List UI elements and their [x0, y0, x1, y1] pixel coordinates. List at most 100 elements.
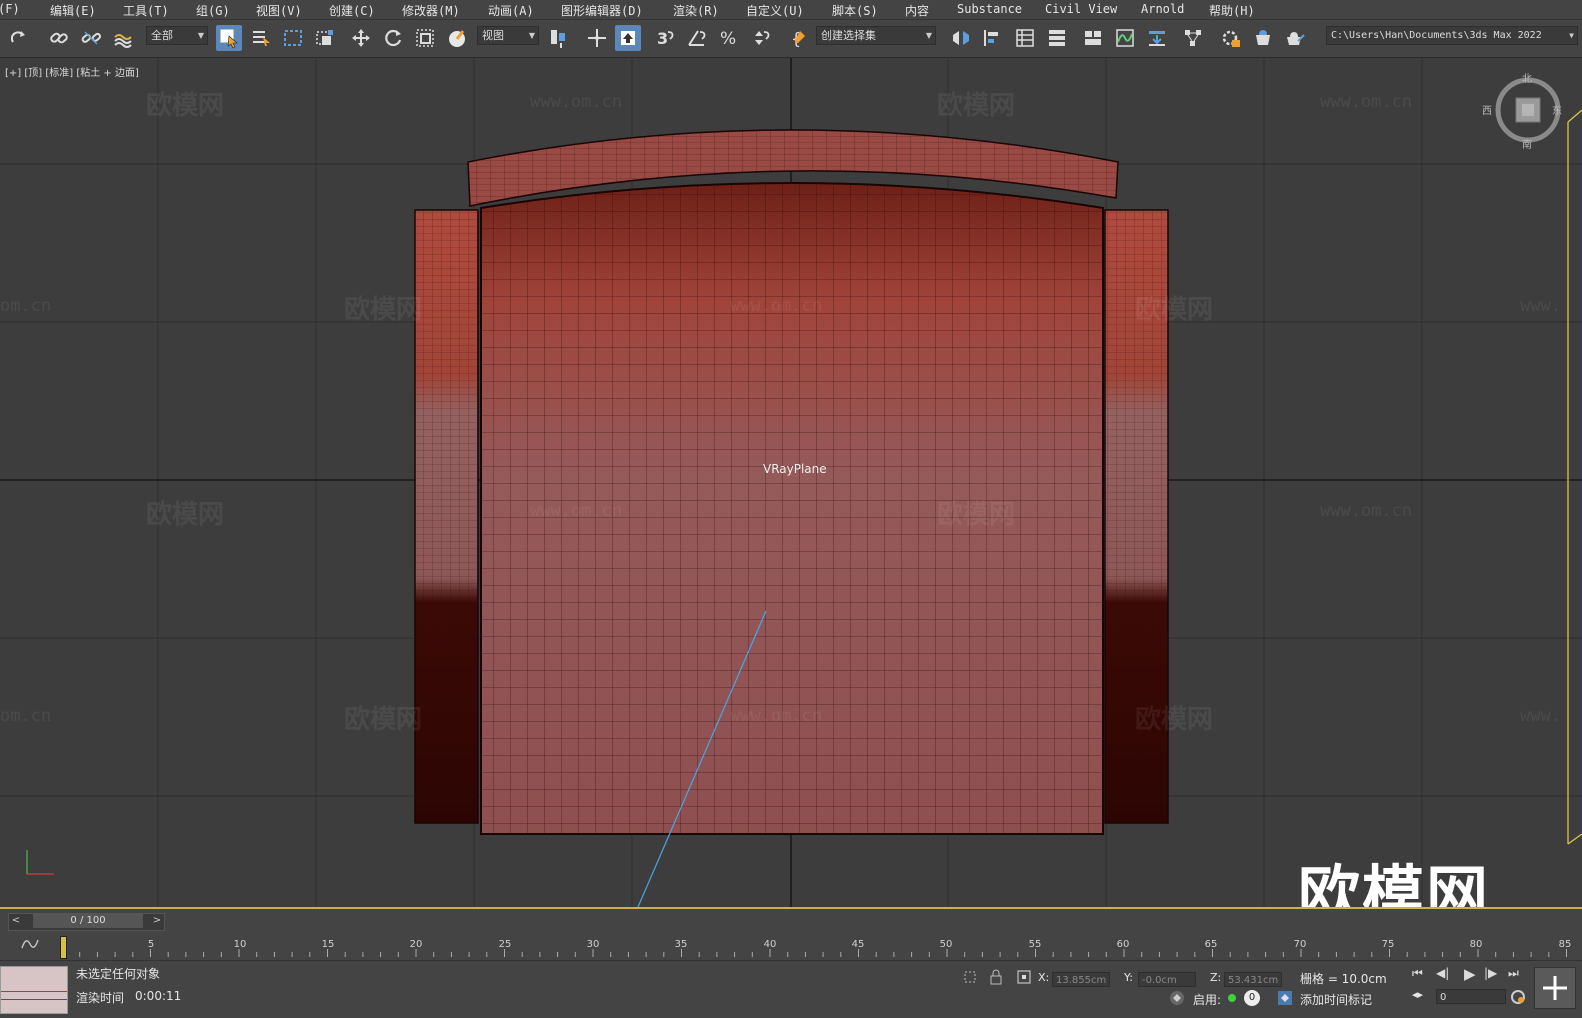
playback-controls: ⏮ ◀| ▶ |▶ ⏭: [1412, 965, 1522, 986]
unlink-icon[interactable]: [78, 25, 104, 51]
rectangular-selection-icon[interactable]: [280, 25, 306, 51]
toggle-ribbon-icon[interactable]: [1080, 25, 1106, 51]
render-setup-icon[interactable]: [1218, 25, 1244, 51]
watermark-url: www.om.cn: [530, 92, 623, 112]
rotate-icon[interactable]: [380, 25, 406, 51]
enable-label: 启用:: [1193, 993, 1222, 1007]
menu-customize[interactable]: 自定义(U): [746, 2, 804, 19]
chevron-down-icon: ▼: [528, 31, 535, 40]
rendered-frame-window-icon[interactable]: [1250, 25, 1276, 51]
selection-filter-dropdown[interactable]: 全部 ▼: [146, 26, 208, 45]
material-editor-icon[interactable]: [1180, 25, 1206, 51]
spinner-snap-icon[interactable]: [748, 25, 774, 51]
snaps-toggle-icon[interactable]: 3: [652, 25, 678, 51]
next-frame-icon[interactable]: |▶: [1484, 966, 1497, 980]
viewcube[interactable]: 北 南 东 西: [1482, 74, 1562, 151]
y-coord-field[interactable]: -0.0cm: [1138, 972, 1196, 987]
viewport-navigation-zoom-icon[interactable]: [1534, 967, 1576, 1009]
play-icon[interactable]: ▶: [1464, 965, 1476, 983]
menu-file[interactable]: (F): [0, 2, 20, 16]
named-selection-dropdown[interactable]: 创建选择集 ▼: [816, 26, 936, 45]
add-time-tag-icon[interactable]: [1276, 989, 1294, 1007]
edit-named-selection-icon[interactable]: {: [786, 25, 812, 51]
align-icon[interactable]: [978, 25, 1004, 51]
curve-editor-mini-icon[interactable]: [20, 934, 40, 952]
menu-create[interactable]: 创建(C): [329, 2, 375, 19]
time-slider[interactable]: < 0 / 100 >: [8, 913, 165, 931]
menu-rendering[interactable]: 渲染(R): [673, 2, 719, 19]
move-icon[interactable]: [348, 25, 374, 51]
menu-content[interactable]: 内容: [905, 2, 929, 19]
x-coord-field[interactable]: 13.855cm: [1052, 972, 1110, 987]
watermark-url: www.: [1520, 706, 1561, 726]
watermark: 欧模网: [344, 295, 423, 325]
scale-icon[interactable]: [412, 25, 438, 51]
z-coord-field[interactable]: 53.431cm: [1224, 972, 1282, 987]
next-frame-icon[interactable]: >: [150, 914, 164, 928]
maxscript-listener-mini[interactable]: [0, 966, 68, 1014]
menu-civil-view[interactable]: Civil View: [1045, 2, 1117, 16]
menu-group[interactable]: 组(G): [196, 2, 230, 19]
adaptive-degradation-icon[interactable]: [1168, 989, 1186, 1007]
watermark: 欧模网: [937, 91, 1016, 121]
lock-icon[interactable]: [988, 969, 1004, 985]
select-and-manipulate-icon[interactable]: [584, 25, 610, 51]
add-time-tag-label[interactable]: 添加时间标记: [1300, 991, 1372, 1008]
redo-icon[interactable]: [6, 25, 32, 51]
select-object-icon[interactable]: [216, 25, 242, 51]
menu-graph-editors[interactable]: 图形编辑器(D): [561, 2, 643, 19]
time-ruler[interactable]: 5 10 15 20 25 30 35 40 45 50 55 60 65 70…: [60, 936, 1582, 959]
go-to-start-icon[interactable]: ⏮: [1412, 966, 1423, 981]
window-crossing-icon[interactable]: [312, 25, 338, 51]
viewport-label[interactable]: [+] [顶] [标准] [粘土 + 边面]: [5, 64, 139, 79]
menu-substance[interactable]: Substance: [957, 2, 1022, 16]
watermark: 欧模网: [1135, 705, 1214, 735]
compass-west-label: 西: [1482, 106, 1492, 117]
reference-coord-dropdown[interactable]: 视图 ▼: [477, 26, 539, 45]
curve-editor-icon[interactable]: [1112, 25, 1138, 51]
pivot-center-icon[interactable]: [546, 25, 572, 51]
percent-snap-icon[interactable]: %: [716, 25, 742, 51]
menu-modifiers[interactable]: 修改器(M): [402, 2, 460, 19]
top-viewport[interactable]: [+] [顶] [标准] [粘土 + 边面] 欧模网 www.om.cn 欧模网…: [0, 58, 1582, 909]
placement-icon[interactable]: [444, 25, 470, 51]
schematic-view-icon[interactable]: [1144, 25, 1170, 51]
absolute-mode-icon[interactable]: [1016, 969, 1032, 985]
enable-count[interactable]: 0: [1244, 990, 1260, 1006]
watermark-url: www.om.cn: [530, 501, 623, 521]
watermark-url: www.: [1520, 296, 1561, 316]
status-dot-icon: [1228, 994, 1236, 1002]
current-frame-marker[interactable]: [60, 936, 67, 959]
render-production-icon[interactable]: [1282, 25, 1308, 51]
menu-edit[interactable]: 编辑(E): [50, 2, 96, 19]
menu-views[interactable]: 视图(V): [256, 2, 302, 19]
isolate-selection-icon[interactable]: [962, 969, 978, 985]
menu-animation[interactable]: 动画(A): [488, 2, 534, 19]
select-by-name-icon[interactable]: [248, 25, 274, 51]
go-to-end-icon[interactable]: ⏭: [1508, 966, 1519, 981]
time-configuration-icon[interactable]: [1510, 989, 1526, 1005]
render-time-value: 0:00:11: [135, 989, 182, 1003]
menu-tools[interactable]: 工具(T): [123, 2, 169, 19]
project-path-dropdown[interactable]: C:\Users\Han\Documents\3ds Max 2022 ▼: [1326, 26, 1578, 45]
angle-snap-icon[interactable]: [684, 25, 710, 51]
keyboard-shortcut-override-icon[interactable]: [615, 25, 641, 51]
scene-explorer-icon[interactable]: [1012, 25, 1038, 51]
link-icon[interactable]: [46, 25, 72, 51]
mirror-icon[interactable]: [948, 25, 974, 51]
frame-display[interactable]: 0 / 100: [33, 914, 143, 928]
current-frame-field[interactable]: 0: [1436, 989, 1506, 1004]
previous-frame-icon[interactable]: ◀|: [1436, 966, 1449, 980]
left-armrest: [414, 209, 479, 824]
prev-frame-icon[interactable]: <: [9, 914, 23, 928]
key-mode-icon[interactable]: ◂▸: [1412, 988, 1423, 1001]
ruler-ticks: [62, 949, 1567, 957]
menu-arnold[interactable]: Arnold: [1141, 2, 1184, 16]
layer-explorer-icon[interactable]: [1044, 25, 1070, 51]
z-label: Z:: [1210, 971, 1222, 984]
bind-space-warp-icon[interactable]: [110, 25, 136, 51]
tick-label: 55: [1028, 939, 1042, 950]
chevron-down-icon: ▼: [1569, 31, 1574, 40]
menu-scripting[interactable]: 脚本(S): [832, 2, 878, 19]
menu-help[interactable]: 帮助(H): [1209, 2, 1255, 19]
